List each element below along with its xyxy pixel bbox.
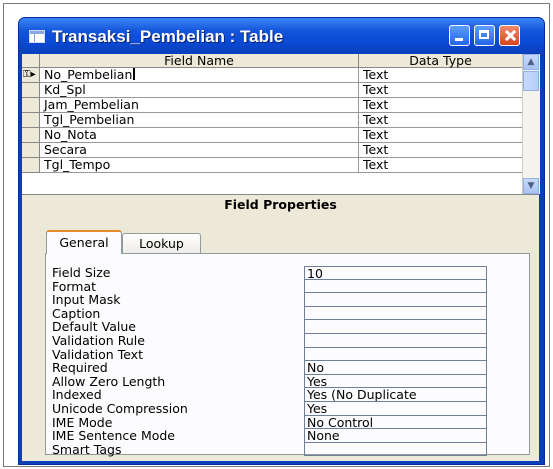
data-type-cell[interactable]: Text (359, 143, 523, 158)
property-value-field[interactable]: 10 (304, 266, 487, 280)
property-row: IME Mode No Control (46, 414, 529, 430)
row-selector[interactable] (22, 113, 40, 128)
property-row: Format (46, 278, 529, 294)
data-type-cell[interactable]: Text (359, 158, 523, 173)
property-value-field[interactable] (304, 442, 487, 457)
text-cursor (133, 68, 136, 80)
window-title: Transaksi_Pembelian : Table (52, 27, 284, 46)
row-selector[interactable] (22, 143, 40, 158)
data-type-header: Data Type (359, 54, 523, 68)
property-value-field[interactable]: Yes (304, 374, 487, 389)
field-name-cell[interactable]: Tgl_Pembelian (40, 113, 359, 128)
property-label: Unicode Compression (52, 401, 188, 416)
row-selector[interactable] (22, 83, 40, 98)
table-row[interactable]: Jam_Pembelian Text (22, 98, 523, 113)
data-type-cell[interactable]: Text (359, 113, 523, 128)
property-value-field[interactable] (304, 293, 487, 307)
field-name-cell[interactable]: Jam_Pembelian (40, 98, 359, 113)
property-label: Caption (52, 305, 101, 321)
property-row: Allow Zero Length Yes (46, 375, 529, 389)
property-label: Smart Tags (52, 441, 122, 457)
property-label: Default Value (52, 319, 136, 335)
maximize-button[interactable] (474, 25, 495, 46)
property-row: Required No (46, 361, 529, 375)
property-value-field[interactable]: No (304, 361, 487, 375)
property-label: Validation Text (52, 346, 143, 362)
property-row: Default Value (46, 320, 529, 334)
table-row[interactable]: ⚿▸ No_Pembelian Text (22, 68, 523, 83)
property-value-field[interactable] (304, 306, 487, 321)
property-row: Field Size 10 (46, 266, 529, 280)
header-selector (22, 54, 40, 68)
title-bar[interactable]: Transaksi_Pembelian : Table (19, 18, 544, 54)
field-name-cell[interactable]: Tgl_Tempo (40, 158, 359, 173)
table-row[interactable]: Kd_Spl Text (22, 83, 523, 98)
property-label: Allow Zero Length (52, 373, 166, 389)
row-selector[interactable] (22, 98, 40, 113)
property-value-field[interactable] (304, 334, 487, 348)
tab-general[interactable]: General (46, 230, 122, 254)
property-label: Input Mask (52, 292, 121, 308)
property-row: Smart Tags (46, 443, 529, 457)
scroll-up-button[interactable]: ▲ (523, 54, 539, 70)
property-value-field[interactable]: No Control (304, 415, 487, 430)
tab-lookup[interactable]: Lookup (122, 233, 201, 254)
property-row: Unicode Compression Yes (46, 402, 529, 416)
property-row: IME Sentence Mode None (46, 429, 529, 443)
scroll-down-button[interactable]: ▼ (523, 178, 539, 194)
property-value-field[interactable]: None (304, 429, 487, 443)
field-name-cell[interactable]: Secara (40, 143, 359, 158)
table-row[interactable]: No_Nota Text (22, 128, 523, 143)
field-name-cell[interactable]: Kd_Spl (40, 83, 359, 98)
data-type-cell[interactable]: Text (359, 128, 523, 143)
field-properties-title: Field Properties (224, 197, 337, 212)
property-value-field[interactable] (304, 279, 487, 294)
screenshot-frame: Transaksi_Pembelian : Table Field Name D… (3, 3, 550, 467)
table-row[interactable]: Tgl_Tempo Text (22, 158, 523, 173)
grid-header: Field Name Data Type (22, 54, 523, 68)
property-label: Indexed (52, 387, 102, 403)
table-icon (29, 30, 45, 43)
property-label: IME Mode (52, 414, 113, 430)
minimize-button[interactable] (449, 25, 470, 46)
table-design-window: Transaksi_Pembelian : Table Field Name D… (18, 17, 545, 465)
table-row[interactable]: Tgl_Pembelian Text (22, 113, 523, 128)
scroll-thumb[interactable] (523, 71, 539, 91)
table-row[interactable]: Secara Text (22, 143, 523, 158)
row-selector[interactable] (22, 158, 40, 173)
property-label: Validation Rule (52, 333, 145, 348)
vertical-scrollbar[interactable]: ▲ ▼ (522, 54, 540, 194)
property-row: Validation Rule (46, 334, 529, 348)
window-content: Field Name Data Type ⚿▸ No_Pembelian Tex… (22, 54, 540, 461)
row-selector[interactable] (22, 128, 40, 143)
property-row: Input Mask (46, 293, 529, 307)
primary-key-icon: ⚿▸ (23, 69, 36, 80)
property-row: Indexed Yes (No Duplicate (46, 388, 529, 402)
field-name-cell[interactable]: No_Nota (40, 128, 359, 143)
data-type-cell[interactable]: Text (359, 83, 523, 98)
property-label: IME Sentence Mode (52, 428, 175, 444)
data-type-cell[interactable]: Text (359, 98, 523, 113)
property-label: Required (52, 360, 108, 376)
property-value-field[interactable]: Yes (304, 402, 487, 416)
property-value-field[interactable] (304, 347, 487, 362)
property-value-field[interactable] (304, 320, 487, 334)
close-button[interactable] (499, 25, 520, 46)
property-row: Validation Text (46, 346, 529, 362)
general-tab-panel: Field Size 10 Format Input Mask Caption … (45, 253, 530, 457)
field-name-header: Field Name (40, 54, 359, 68)
field-name-cell[interactable]: No_Pembelian (40, 68, 359, 83)
data-type-cell[interactable]: Text (359, 68, 523, 83)
row-selector[interactable]: ⚿▸ (22, 68, 40, 83)
field-grid: Field Name Data Type ⚿▸ No_Pembelian Tex… (22, 54, 540, 195)
property-label: Format (52, 278, 97, 294)
property-label: Field Size (52, 265, 111, 280)
property-value-field[interactable]: Yes (No Duplicate (304, 388, 487, 402)
property-row: Caption (46, 307, 529, 321)
